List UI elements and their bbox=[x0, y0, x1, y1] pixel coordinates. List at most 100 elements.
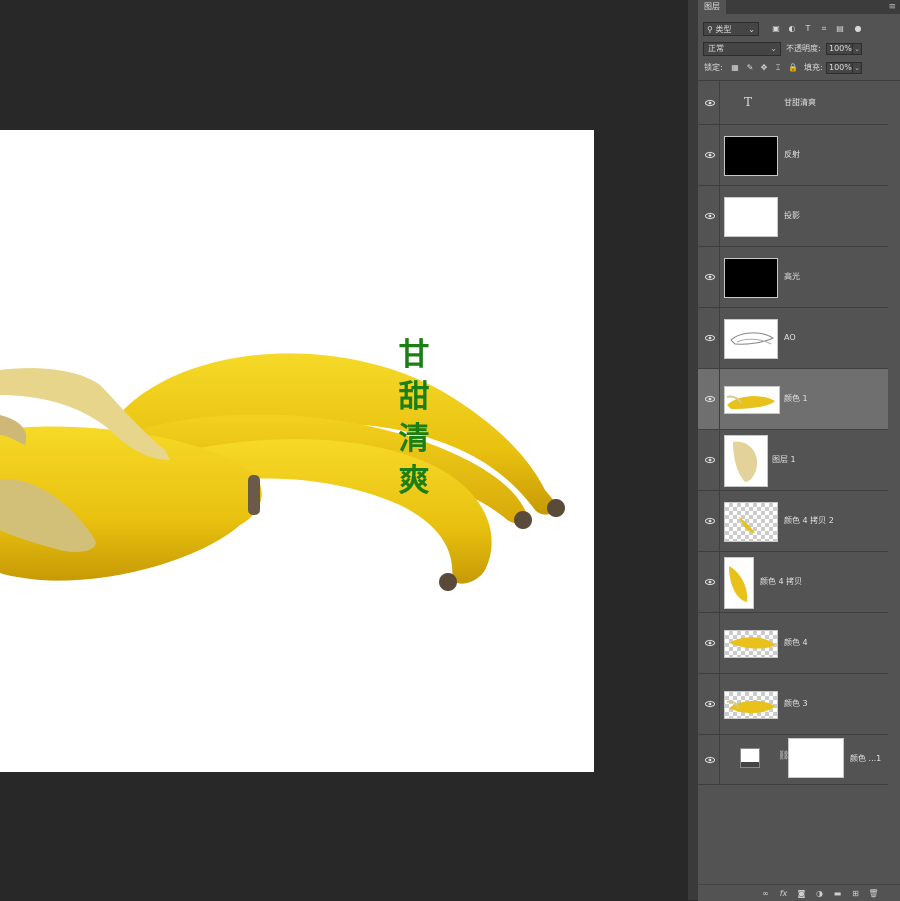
layer-row[interactable]: 颜色 4 bbox=[698, 613, 888, 674]
layer-name: 反射 bbox=[784, 150, 800, 159]
eye-icon bbox=[705, 578, 715, 586]
eye-icon bbox=[705, 395, 715, 403]
layer-thumbnail bbox=[724, 258, 778, 298]
layer-thumbnail bbox=[724, 502, 778, 542]
adjustment-filter-icon[interactable]: ◐ bbox=[786, 23, 798, 35]
lock-row: 锁定: ▦ ✎ ✥ ⌶ 🔒 填充: 100% ⌄ bbox=[698, 61, 900, 75]
folder-icon[interactable]: ▬ bbox=[832, 888, 843, 899]
layer-name: 投影 bbox=[784, 211, 800, 220]
layer-thumbnail bbox=[724, 557, 754, 609]
blend-mode-select[interactable]: 正常 ⌄ bbox=[703, 42, 781, 56]
fill-dropdown-icon[interactable]: ⌄ bbox=[852, 62, 862, 74]
vertical-title: 甘 甜 清 爽 bbox=[398, 334, 430, 502]
layer-name: 颜色 1 bbox=[784, 394, 808, 403]
visibility-toggle[interactable] bbox=[698, 735, 720, 784]
eye-icon bbox=[705, 700, 715, 708]
panel-collapse-strip[interactable] bbox=[688, 0, 698, 900]
lock-position-icon[interactable]: ✥ bbox=[758, 62, 770, 74]
layer-row[interactable]: 颜色 4 拷贝 2 bbox=[698, 491, 888, 552]
new-layer-icon[interactable]: ⊞ bbox=[850, 888, 861, 899]
panel-tabbar: 图层 ≡ bbox=[698, 0, 900, 14]
title-char: 甘 bbox=[398, 337, 430, 373]
layer-name: 图层 1 bbox=[772, 455, 796, 464]
fx-icon[interactable]: fx bbox=[778, 888, 789, 899]
eye-icon bbox=[705, 212, 715, 220]
layer-thumbnail bbox=[724, 386, 780, 414]
eye-icon bbox=[705, 639, 715, 647]
layer-row[interactable]: 反射 bbox=[698, 125, 888, 186]
layer-thumbnail bbox=[724, 435, 768, 487]
layers-panel: 图层 ≡ ⚲ 类型 ⌄ ▣ ◐ T ⌗ ▤ ● 正常 ⌄ 不透明度: 100% … bbox=[698, 0, 900, 901]
ao-thumb-art bbox=[730, 332, 775, 345]
visibility-toggle[interactable] bbox=[698, 552, 720, 612]
layer-row[interactable]: ⛓ 颜色 ...1 bbox=[698, 735, 888, 785]
layer-row[interactable]: 图层 1 bbox=[698, 430, 888, 491]
document-workspace[interactable]: 甘 甜 清 爽 bbox=[0, 0, 688, 900]
visibility-toggle[interactable] bbox=[698, 369, 720, 429]
panel-bottom-toolbar: ∞ fx ◙ ◑ ▬ ⊞ 🗑 bbox=[698, 884, 900, 901]
eye-icon bbox=[705, 151, 715, 159]
layer-name: 颜色 4 拷贝 bbox=[760, 577, 803, 586]
banana-thumb-art bbox=[726, 700, 775, 714]
smart-object-filter-icon[interactable]: ▤ bbox=[834, 23, 846, 35]
layer-mask-thumbnail[interactable] bbox=[788, 738, 844, 778]
layer-row[interactable]: 颜色 3 bbox=[698, 674, 888, 735]
layer-row[interactable]: 颜色 1 bbox=[698, 369, 888, 430]
layer-thumbnail bbox=[724, 319, 778, 359]
lock-pixels-icon[interactable]: ✎ bbox=[744, 62, 756, 74]
opacity-label: 不透明度: bbox=[786, 44, 821, 53]
lock-all-icon[interactable]: 🔒 bbox=[787, 62, 799, 74]
banana-thumb-art bbox=[729, 637, 775, 649]
filter-toggle-icon[interactable]: ● bbox=[852, 23, 864, 35]
chevron-down-icon: ⌄ bbox=[770, 44, 777, 53]
visibility-toggle[interactable] bbox=[698, 674, 720, 734]
adjustment-layer-icon bbox=[740, 748, 760, 768]
layer-thumbnail bbox=[724, 136, 778, 176]
adjustment-icon[interactable]: ◑ bbox=[814, 888, 825, 899]
eye-icon bbox=[705, 273, 715, 281]
layer-name: 颜色 3 bbox=[784, 699, 808, 708]
lock-artboard-icon[interactable]: ⌶ bbox=[772, 62, 784, 74]
document-canvas[interactable]: 甘 甜 清 爽 bbox=[0, 130, 594, 772]
visibility-toggle[interactable] bbox=[698, 81, 720, 124]
filter-label: 类型 bbox=[715, 25, 732, 34]
layer-row[interactable]: 投影 bbox=[698, 186, 888, 247]
visibility-toggle[interactable] bbox=[698, 308, 720, 368]
eye-icon bbox=[705, 99, 715, 107]
text-filter-icon[interactable]: T bbox=[802, 23, 814, 35]
opacity-dropdown-icon[interactable]: ⌄ bbox=[852, 43, 862, 55]
visibility-toggle[interactable] bbox=[698, 186, 720, 246]
title-char: 清 bbox=[398, 421, 430, 457]
text-layer-icon: T bbox=[744, 95, 753, 109]
tab-layers[interactable]: 图层 bbox=[698, 0, 726, 14]
layer-filter-select[interactable]: ⚲ 类型 ⌄ bbox=[703, 22, 759, 36]
layer-name: AO bbox=[784, 333, 796, 342]
banana-image bbox=[0, 353, 565, 591]
layer-thumbnail bbox=[724, 197, 778, 237]
layer-row[interactable]: 高光 bbox=[698, 247, 888, 308]
mask-icon[interactable]: ◙ bbox=[796, 888, 807, 899]
layer-thumbnail bbox=[724, 630, 778, 658]
eye-icon bbox=[705, 334, 715, 342]
visibility-toggle[interactable] bbox=[698, 430, 720, 490]
image-filter-icon[interactable]: ▣ bbox=[770, 23, 782, 35]
link-icon[interactable]: ∞ bbox=[760, 888, 771, 899]
visibility-toggle[interactable] bbox=[698, 491, 720, 551]
visibility-toggle[interactable] bbox=[698, 247, 720, 307]
trash-icon[interactable]: 🗑 bbox=[868, 888, 879, 899]
chevron-down-icon: ⌄ bbox=[748, 25, 755, 34]
panel-menu-icon[interactable]: ≡ bbox=[888, 2, 896, 12]
blend-row: 正常 ⌄ 不透明度: 100% ⌄ bbox=[698, 42, 900, 56]
search-icon: ⚲ bbox=[707, 25, 713, 34]
title-char: 甜 bbox=[398, 379, 430, 415]
visibility-toggle[interactable] bbox=[698, 613, 720, 673]
layer-row[interactable]: AO bbox=[698, 308, 888, 369]
layer-row[interactable]: T 甘甜清爽 bbox=[698, 81, 888, 125]
shape-filter-icon[interactable]: ⌗ bbox=[818, 23, 830, 35]
lock-transparency-icon[interactable]: ▦ bbox=[729, 62, 741, 74]
eye-icon bbox=[705, 756, 715, 764]
banana-thumb-art bbox=[726, 395, 775, 409]
layer-row[interactable]: 颜色 4 拷贝 bbox=[698, 552, 888, 613]
visibility-toggle[interactable] bbox=[698, 125, 720, 185]
eye-icon bbox=[705, 517, 715, 525]
